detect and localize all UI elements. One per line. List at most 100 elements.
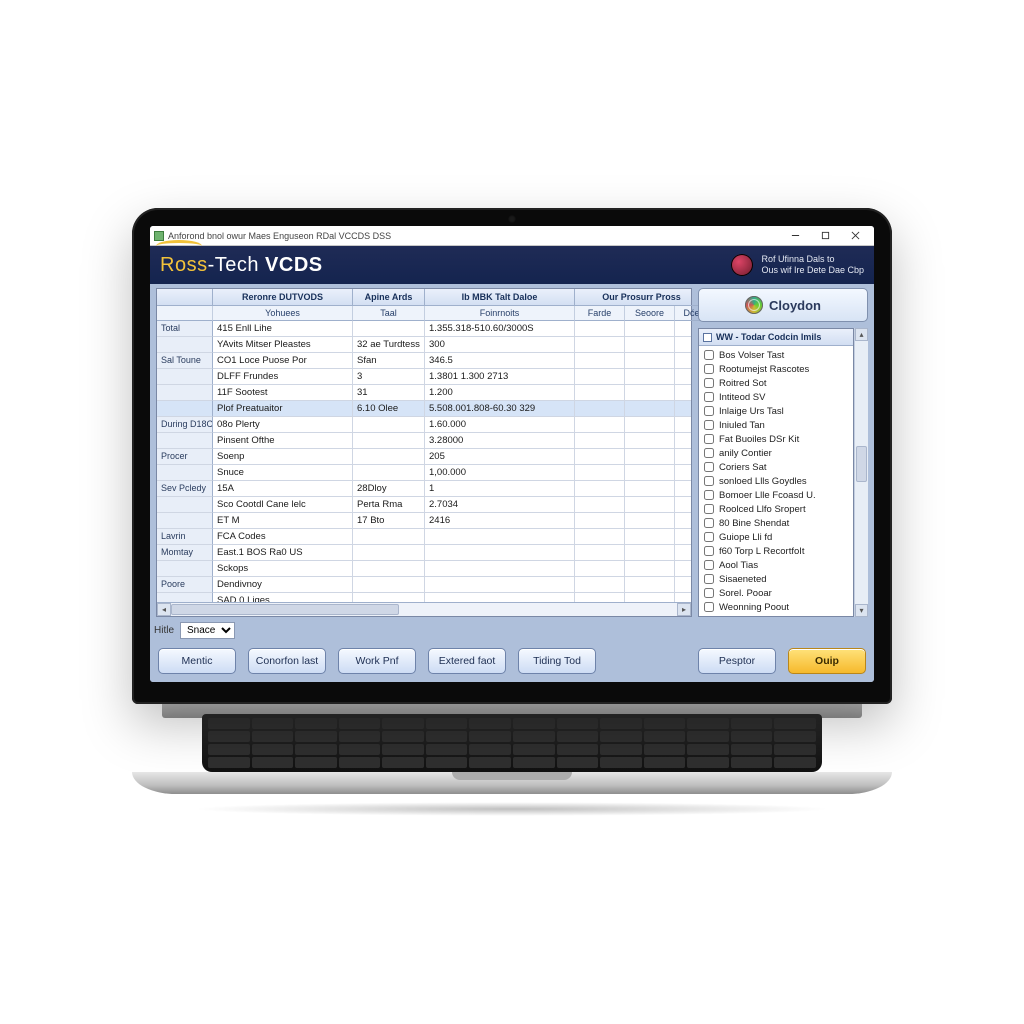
table-cell — [575, 593, 625, 602]
checklist-item[interactable]: Bomoer Llle Fcoasd U. — [701, 488, 851, 502]
window-titlebar[interactable]: Anforond bnol owur Maes Enguseon RDal VC… — [150, 226, 874, 246]
checklist-item[interactable]: f60 Torp L RecortfoIt — [701, 544, 851, 558]
table-cell — [675, 545, 691, 561]
filter-select[interactable]: Snace — [180, 622, 235, 639]
table-row[interactable]: Plof Preatuaitor6.10 Olee5.508.001.808-6… — [157, 401, 691, 417]
checklist-checkbox[interactable] — [704, 420, 714, 430]
checklist-item[interactable]: Sorel. Pooar — [701, 586, 851, 600]
checklist-checkbox[interactable] — [704, 490, 714, 500]
checklist-checkbox[interactable] — [704, 546, 714, 556]
table-row[interactable]: PooreDendivnoy — [157, 577, 691, 593]
table-row[interactable]: Sev Pcledy15A28Dloy1 — [157, 481, 691, 497]
table-row[interactable]: Total415 Enll Lihe1.355.318-510.60/3000S — [157, 321, 691, 337]
checklist-label: Weonning Poout — [719, 602, 789, 613]
checklist-item[interactable]: Guiope Lli fd — [701, 530, 851, 544]
work-pnf-button[interactable]: Work Pnf — [338, 648, 416, 674]
cloydon-button[interactable]: Cloydon — [698, 288, 868, 322]
checklist-item[interactable]: Aool Tias — [701, 558, 851, 572]
checklist-item[interactable]: Roolced Llfo Sropert — [701, 502, 851, 516]
laptop-keyboard — [202, 714, 822, 772]
column-header-row-1[interactable]: Reronre DUTVODS Apine Ards Ib MBK Talt D… — [157, 289, 691, 306]
scroll-thumb[interactable] — [171, 604, 399, 615]
checklist-label: Fat Buoiles DSr Kit — [719, 434, 799, 445]
checklist-checkbox[interactable] — [704, 378, 714, 388]
checklist-checkbox[interactable] — [704, 504, 714, 514]
checklist-item[interactable]: Bos Volser Tast — [701, 348, 851, 362]
checklist-checkbox[interactable] — [704, 560, 714, 570]
table-row[interactable]: SAD 0 Liges — [157, 593, 691, 602]
table-row[interactable]: Sckops — [157, 561, 691, 577]
checklist-checkbox[interactable] — [704, 392, 714, 402]
checklist-item[interactable]: Rootumejst Rascotes — [701, 362, 851, 376]
scroll-down-button[interactable]: ▾ — [855, 604, 868, 617]
table-row[interactable]: During D18Ciee08o Plerty1.60.000 — [157, 417, 691, 433]
checklist-checkbox[interactable] — [704, 532, 714, 542]
checklist-item[interactable]: Inlaige Urs Tasl — [701, 404, 851, 418]
scroll-right-button[interactable]: ▸ — [677, 603, 691, 616]
checklist-item[interactable]: Weonning Poout — [701, 600, 851, 614]
checklist-checkbox[interactable] — [704, 364, 714, 374]
checklist-item[interactable]: Coriers Sat — [701, 460, 851, 474]
mentic-button[interactable]: Mentic — [158, 648, 236, 674]
table-cell — [575, 401, 625, 417]
conorfon-last-button[interactable]: Conorfon last — [248, 648, 326, 674]
close-button[interactable] — [840, 226, 870, 245]
table-row[interactable]: Sco Cootdl Cane lelcPerta Rma2.7034 — [157, 497, 691, 513]
vscroll-track[interactable] — [855, 341, 868, 604]
checklist-checkbox[interactable] — [704, 448, 714, 458]
table-cell — [353, 417, 425, 433]
vscroll-thumb[interactable] — [856, 446, 867, 482]
table-cell: 08o Plerty — [213, 417, 353, 433]
scroll-up-button[interactable]: ▴ — [855, 328, 868, 341]
checklist-item[interactable]: Roitred Sot — [701, 376, 851, 390]
checklist-body[interactable]: Bos Volser TastRootumejst RascotesRoitre… — [699, 346, 853, 616]
maximize-button[interactable] — [810, 226, 840, 245]
checklist-label: Coriers Sat — [719, 462, 767, 473]
table-row[interactable]: MomtayEast.1 BOS Ra0 US — [157, 545, 691, 561]
checklist-item[interactable]: Iniuled Tan — [701, 418, 851, 432]
extered-faot-button[interactable]: Extered faot — [428, 648, 506, 674]
table-row[interactable]: ET M17 Bto2416 — [157, 513, 691, 529]
table-cell: Sckops — [213, 561, 353, 577]
table-row[interactable]: ProcerSoenp205 — [157, 449, 691, 465]
checklist-checkbox[interactable] — [704, 574, 714, 584]
table-row[interactable]: Snuce1,00.000 — [157, 465, 691, 481]
checklist-item[interactable]: anily Contier — [701, 446, 851, 460]
screen: Anforond bnol owur Maes Enguseon RDal VC… — [150, 226, 874, 682]
app-header: Ross-Tech VCDS Rof Ufinna Dals to Ous wi… — [150, 246, 874, 284]
table-cell — [575, 545, 625, 561]
checklist-item[interactable]: Fat Buoiles DSr Kit — [701, 432, 851, 446]
data-grid[interactable]: Total415 Enll Lihe1.355.318-510.60/3000S… — [157, 321, 691, 602]
column-header-row-2[interactable]: Yohuees Taal Foinrnoits Farde Seoore Dće — [157, 306, 691, 321]
table-row[interactable]: DLFF Frundes31.3801 1.300 2713 — [157, 369, 691, 385]
table-row[interactable]: LavrinFCA Codes — [157, 529, 691, 545]
scroll-track[interactable] — [171, 603, 677, 616]
table-row[interactable]: Sal TouneCO1 Loce Puose PorSfan346.5 — [157, 353, 691, 369]
checklist-item[interactable]: Intiteod SV — [701, 390, 851, 404]
checklist-checkbox[interactable] — [704, 588, 714, 598]
horizontal-scrollbar[interactable]: ◂ ▸ — [157, 602, 691, 616]
checklist-checkbox[interactable] — [704, 406, 714, 416]
table-row[interactable]: 11F Sootest311.200 — [157, 385, 691, 401]
table-cell: DLFF Frundes — [213, 369, 353, 385]
scroll-left-button[interactable]: ◂ — [157, 603, 171, 616]
minimize-button[interactable] — [780, 226, 810, 245]
pesptor-button[interactable]: Pesptor — [698, 648, 776, 674]
table-cell — [675, 401, 691, 417]
ouip-button[interactable]: Ouip — [788, 648, 866, 674]
checklist-item[interactable]: 80 Bine Shendat — [701, 516, 851, 530]
checklist-checkbox[interactable] — [704, 350, 714, 360]
checklist-checkbox[interactable] — [704, 518, 714, 528]
table-row[interactable]: Pinsent Ofthe3.28000 — [157, 433, 691, 449]
checklist-checkbox[interactable] — [704, 462, 714, 472]
checklist-checkbox[interactable] — [704, 434, 714, 444]
vertical-scrollbar[interactable]: ▴ ▾ — [854, 328, 868, 617]
checklist-checkbox[interactable] — [704, 476, 714, 486]
table-cell — [625, 433, 675, 449]
tiding-tod-button[interactable]: Tiding Tod — [518, 648, 596, 674]
checklist-item[interactable]: Sisaeneted — [701, 572, 851, 586]
table-row[interactable]: YAvits Mitser Pleastes32 ae Turdtess300 — [157, 337, 691, 353]
checklist-item[interactable]: sonloed Llls Goydles — [701, 474, 851, 488]
screen-bezel: Anforond bnol owur Maes Enguseon RDal VC… — [132, 208, 892, 704]
checklist-checkbox[interactable] — [704, 602, 714, 612]
